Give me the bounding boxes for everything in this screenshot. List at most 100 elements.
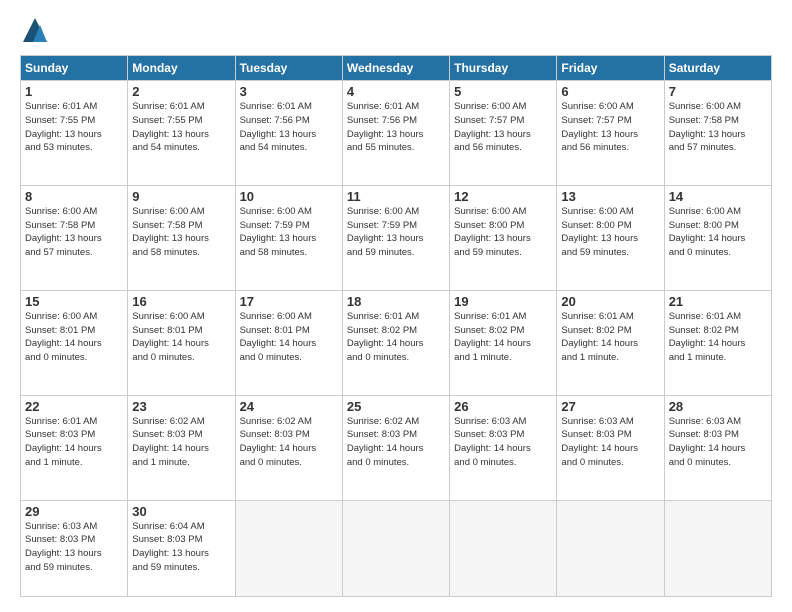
day-info: Sunrise: 6:01 AM Sunset: 8:02 PM Dayligh… [454, 310, 552, 365]
calendar-cell: 19Sunrise: 6:01 AM Sunset: 8:02 PM Dayli… [450, 290, 557, 395]
header [20, 15, 772, 45]
col-header-wednesday: Wednesday [342, 56, 449, 81]
day-info: Sunrise: 6:02 AM Sunset: 8:03 PM Dayligh… [132, 415, 230, 470]
day-number: 9 [132, 189, 230, 204]
calendar-cell: 10Sunrise: 6:00 AM Sunset: 7:59 PM Dayli… [235, 185, 342, 290]
col-header-sunday: Sunday [21, 56, 128, 81]
calendar-cell: 4Sunrise: 6:01 AM Sunset: 7:56 PM Daylig… [342, 81, 449, 186]
day-info: Sunrise: 6:00 AM Sunset: 7:58 PM Dayligh… [132, 205, 230, 260]
calendar-cell: 16Sunrise: 6:00 AM Sunset: 8:01 PM Dayli… [128, 290, 235, 395]
day-number: 5 [454, 84, 552, 99]
day-info: Sunrise: 6:00 AM Sunset: 7:59 PM Dayligh… [347, 205, 445, 260]
day-info: Sunrise: 6:01 AM Sunset: 7:56 PM Dayligh… [240, 100, 338, 155]
col-header-monday: Monday [128, 56, 235, 81]
week-row-4: 22Sunrise: 6:01 AM Sunset: 8:03 PM Dayli… [21, 395, 772, 500]
logo [20, 15, 54, 45]
day-number: 18 [347, 294, 445, 309]
week-row-5: 29Sunrise: 6:03 AM Sunset: 8:03 PM Dayli… [21, 500, 772, 596]
day-info: Sunrise: 6:01 AM Sunset: 8:02 PM Dayligh… [669, 310, 767, 365]
calendar-cell: 27Sunrise: 6:03 AM Sunset: 8:03 PM Dayli… [557, 395, 664, 500]
day-info: Sunrise: 6:03 AM Sunset: 8:03 PM Dayligh… [669, 415, 767, 470]
day-info: Sunrise: 6:03 AM Sunset: 8:03 PM Dayligh… [25, 520, 123, 575]
day-number: 21 [669, 294, 767, 309]
day-number: 14 [669, 189, 767, 204]
calendar-cell [342, 500, 449, 596]
calendar: SundayMondayTuesdayWednesdayThursdayFrid… [20, 55, 772, 597]
day-number: 16 [132, 294, 230, 309]
week-row-3: 15Sunrise: 6:00 AM Sunset: 8:01 PM Dayli… [21, 290, 772, 395]
day-info: Sunrise: 6:01 AM Sunset: 7:56 PM Dayligh… [347, 100, 445, 155]
calendar-cell [664, 500, 771, 596]
day-info: Sunrise: 6:00 AM Sunset: 8:00 PM Dayligh… [454, 205, 552, 260]
calendar-cell: 13Sunrise: 6:00 AM Sunset: 8:00 PM Dayli… [557, 185, 664, 290]
calendar-cell: 21Sunrise: 6:01 AM Sunset: 8:02 PM Dayli… [664, 290, 771, 395]
calendar-cell: 17Sunrise: 6:00 AM Sunset: 8:01 PM Dayli… [235, 290, 342, 395]
day-info: Sunrise: 6:01 AM Sunset: 7:55 PM Dayligh… [132, 100, 230, 155]
calendar-cell: 8Sunrise: 6:00 AM Sunset: 7:58 PM Daylig… [21, 185, 128, 290]
day-info: Sunrise: 6:03 AM Sunset: 8:03 PM Dayligh… [561, 415, 659, 470]
day-number: 19 [454, 294, 552, 309]
day-info: Sunrise: 6:02 AM Sunset: 8:03 PM Dayligh… [347, 415, 445, 470]
day-number: 28 [669, 399, 767, 414]
calendar-cell: 3Sunrise: 6:01 AM Sunset: 7:56 PM Daylig… [235, 81, 342, 186]
calendar-cell: 7Sunrise: 6:00 AM Sunset: 7:58 PM Daylig… [664, 81, 771, 186]
week-row-2: 8 Sunrise: 6:00 AM Sunset: 7:58 PM Daylig… [21, 185, 772, 290]
calendar-cell [557, 500, 664, 596]
day-number: 11 [347, 189, 445, 204]
day-number: 25 [347, 399, 445, 414]
col-header-tuesday: Tuesday [235, 56, 342, 81]
day-info: Sunrise: 6:00 AM Sunset: 7:57 PM Dayligh… [454, 100, 552, 155]
calendar-cell: 30Sunrise: 6:04 AM Sunset: 8:03 PM Dayli… [128, 500, 235, 596]
day-number: 23 [132, 399, 230, 414]
calendar-cell: 22Sunrise: 6:01 AM Sunset: 8:03 PM Dayli… [21, 395, 128, 500]
calendar-cell: 6Sunrise: 6:00 AM Sunset: 7:57 PM Daylig… [557, 81, 664, 186]
calendar-cell: 15Sunrise: 6:00 AM Sunset: 8:01 PM Dayli… [21, 290, 128, 395]
calendar-cell: 1Sunrise: 6:01 AM Sunset: 7:55 PM Daylig… [21, 81, 128, 186]
calendar-cell: 14Sunrise: 6:00 AM Sunset: 8:00 PM Dayli… [664, 185, 771, 290]
day-info: Sunrise: 6:00 AM Sunset: 8:01 PM Dayligh… [132, 310, 230, 365]
day-number: 8 [25, 189, 123, 204]
day-info: Sunrise: 6:01 AM Sunset: 7:55 PM Dayligh… [25, 100, 123, 155]
col-header-friday: Friday [557, 56, 664, 81]
day-number: 12 [454, 189, 552, 204]
day-number: 10 [240, 189, 338, 204]
day-number: 7 [669, 84, 767, 99]
day-info: Sunrise: 6:00 AM Sunset: 8:01 PM Dayligh… [25, 310, 123, 365]
calendar-cell: 29Sunrise: 6:03 AM Sunset: 8:03 PM Dayli… [21, 500, 128, 596]
calendar-cell: 12Sunrise: 6:00 AM Sunset: 8:00 PM Dayli… [450, 185, 557, 290]
calendar-cell: 24Sunrise: 6:02 AM Sunset: 8:03 PM Dayli… [235, 395, 342, 500]
day-info: Sunrise: 6:01 AM Sunset: 8:03 PM Dayligh… [25, 415, 123, 470]
day-number: 1 [25, 84, 123, 99]
day-info: Sunrise: 6:01 AM Sunset: 8:02 PM Dayligh… [347, 310, 445, 365]
logo-icon [20, 15, 50, 45]
calendar-cell [235, 500, 342, 596]
calendar-cell: 9Sunrise: 6:00 AM Sunset: 7:58 PM Daylig… [128, 185, 235, 290]
day-number: 15 [25, 294, 123, 309]
day-info: Sunrise: 6:00 AM Sunset: 7:58 PM Dayligh… [669, 100, 767, 155]
week-row-1: 1Sunrise: 6:01 AM Sunset: 7:55 PM Daylig… [21, 81, 772, 186]
col-header-thursday: Thursday [450, 56, 557, 81]
day-number: 3 [240, 84, 338, 99]
calendar-cell: 25Sunrise: 6:02 AM Sunset: 8:03 PM Dayli… [342, 395, 449, 500]
col-header-saturday: Saturday [664, 56, 771, 81]
day-number: 24 [240, 399, 338, 414]
day-number: 6 [561, 84, 659, 99]
calendar-cell: 28Sunrise: 6:03 AM Sunset: 8:03 PM Dayli… [664, 395, 771, 500]
day-info: Sunrise: 6:03 AM Sunset: 8:03 PM Dayligh… [454, 415, 552, 470]
page: SundayMondayTuesdayWednesdayThursdayFrid… [0, 0, 792, 612]
calendar-cell: 5Sunrise: 6:00 AM Sunset: 7:57 PM Daylig… [450, 81, 557, 186]
day-number: 27 [561, 399, 659, 414]
day-info: Sunrise: 6:00 AM Sunset: 7:57 PM Dayligh… [561, 100, 659, 155]
calendar-cell: 18Sunrise: 6:01 AM Sunset: 8:02 PM Dayli… [342, 290, 449, 395]
calendar-cell: 26Sunrise: 6:03 AM Sunset: 8:03 PM Dayli… [450, 395, 557, 500]
day-info: Sunrise: 6:00 AM Sunset: 8:00 PM Dayligh… [669, 205, 767, 260]
day-number: 2 [132, 84, 230, 99]
day-info: Sunrise: 6:02 AM Sunset: 8:03 PM Dayligh… [240, 415, 338, 470]
day-number: 22 [25, 399, 123, 414]
day-number: 29 [25, 504, 123, 519]
day-number: 13 [561, 189, 659, 204]
day-number: 26 [454, 399, 552, 414]
day-info: Sunrise: 6:00 AM Sunset: 8:01 PM Dayligh… [240, 310, 338, 365]
day-number: 4 [347, 84, 445, 99]
day-info: Sunrise: 6:04 AM Sunset: 8:03 PM Dayligh… [132, 520, 230, 575]
